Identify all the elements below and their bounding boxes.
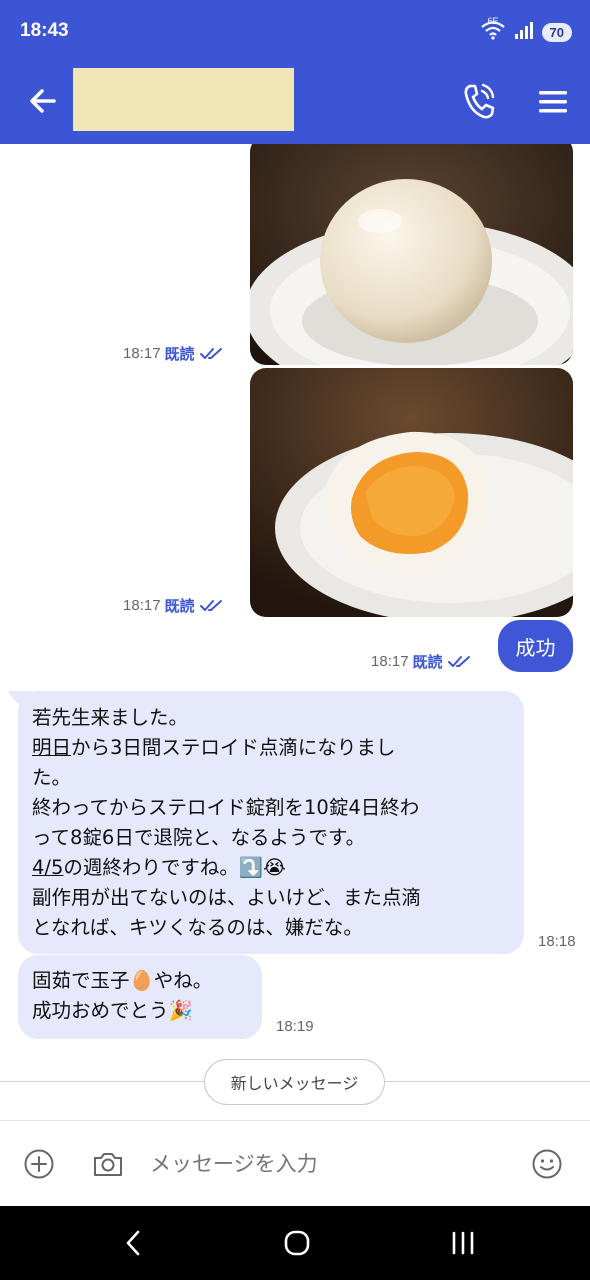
status-time: 18:43 [20, 20, 69, 41]
read-receipt: 既読 [164, 598, 195, 615]
incoming2-meta: 18:19 [276, 1018, 314, 1035]
message-line: た。 [32, 766, 72, 789]
message-time: 18:17 [371, 653, 409, 670]
message-line: 若先生来ました。 [32, 706, 189, 729]
photo-boiled-egg-cut[interactable] [250, 368, 573, 617]
message-line: 終わってからステロイド錠剤を10錠4日終わ [32, 796, 420, 819]
outgoing1-meta: 18:17 既読 [371, 651, 473, 672]
chat-header [0, 58, 590, 144]
nav-back-button[interactable] [120, 1228, 146, 1258]
date-link[interactable]: 4/5 [32, 856, 63, 879]
outgoing-message-bubble[interactable]: 成功 [498, 620, 573, 672]
new-messages-pill[interactable]: 新しいメッセージ [204, 1059, 385, 1105]
message-line: って8錠6日で退院と、なるようです。 [32, 826, 366, 849]
double-check-icon [447, 655, 470, 667]
message-time: 18:18 [538, 933, 576, 950]
message-time: 18:17 [123, 345, 161, 362]
double-check-icon [199, 599, 222, 611]
status-bar: 18:43 6E 70 [0, 0, 590, 58]
recent-apps-icon [452, 1231, 474, 1255]
call-button[interactable] [462, 82, 496, 120]
status-icons: 6E 70 [480, 16, 572, 44]
message-time: 18:17 [123, 597, 161, 614]
plus-circle-icon [24, 1149, 54, 1179]
nav-home-button[interactable] [282, 1228, 312, 1258]
signal-icon [514, 21, 534, 43]
message-line: 明日から3日間ステロイド点滴になりまし [32, 736, 396, 759]
date-link[interactable]: 明日 [32, 736, 71, 759]
chevron-left-icon [126, 1230, 140, 1256]
nav-recent-apps-button[interactable] [448, 1228, 478, 1258]
photo-boiled-egg-whole[interactable] [250, 144, 573, 365]
camera-icon [94, 1153, 122, 1176]
contact-name [73, 68, 294, 131]
hamburger-icon [539, 91, 567, 113]
double-check-icon [199, 347, 222, 359]
chat-area[interactable]: 18:17 既読 18:17 既読 成功 18:17 既読 若先生来ました。 明… [0, 144, 590, 1120]
message-line: 成功おめでとう🎉 [32, 999, 193, 1022]
message-line: となれば、キツくなるのは、嫌だな。 [32, 916, 363, 939]
incoming-message-bubble[interactable]: 固茹で玉子🥚やね。 成功おめでとう🎉 [18, 955, 262, 1039]
read-receipt: 既読 [164, 346, 195, 363]
photo2-meta: 18:17 既読 [123, 595, 225, 616]
battery-indicator: 70 [541, 22, 572, 42]
home-circle-icon [284, 1230, 310, 1256]
incoming1-meta: 18:18 [538, 933, 576, 950]
phone-icon [464, 83, 495, 119]
camera-button[interactable] [92, 1149, 124, 1179]
attach-button[interactable] [23, 1148, 55, 1180]
message-line: 副作用が出てないのは、よいけど、また点滴 [32, 886, 422, 909]
photo1-meta: 18:17 既読 [123, 343, 225, 364]
message-text: 成功 [515, 635, 556, 660]
message-time: 18:19 [276, 1018, 314, 1035]
emoji-button[interactable] [531, 1148, 563, 1180]
message-line: 固茹で玉子🥚やね。 [32, 969, 213, 992]
back-button[interactable] [22, 80, 64, 122]
message-input-bar [0, 1120, 590, 1206]
arrow-left-icon [30, 89, 56, 113]
read-receipt: 既読 [412, 654, 443, 671]
system-nav-bar [0, 1206, 590, 1280]
incoming-message-bubble[interactable]: 若先生来ました。 明日から3日間ステロイド点滴になりまし た。 終わってからステ… [18, 691, 524, 954]
network-label: 6E [487, 16, 499, 26]
menu-button[interactable] [536, 86, 570, 118]
smiley-icon [532, 1149, 562, 1179]
message-input[interactable] [150, 1143, 510, 1185]
message-line: 4/5の週終わりですね。⤵️😭 [32, 856, 286, 879]
